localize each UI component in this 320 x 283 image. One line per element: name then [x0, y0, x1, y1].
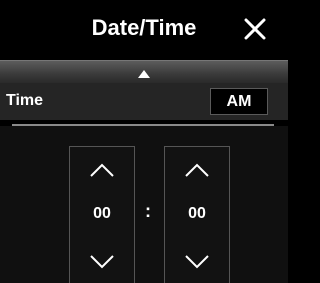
- time-row: Time AM: [0, 83, 288, 120]
- minute-spinner: 00: [164, 146, 230, 283]
- time-label: Time: [6, 92, 44, 109]
- caret-up-icon: [138, 70, 150, 78]
- time-separator: :: [145, 201, 151, 221]
- collapse-band[interactable]: [0, 60, 288, 83]
- chevron-up-icon: [185, 163, 209, 177]
- close-button[interactable]: [240, 14, 270, 44]
- header-bar: Date/Time: [0, 0, 288, 60]
- hour-spinner: 00: [69, 146, 135, 283]
- hour-down-button[interactable]: [70, 245, 134, 279]
- hour-up-button[interactable]: [70, 153, 134, 187]
- am-pm-button[interactable]: AM: [210, 88, 268, 115]
- chevron-down-icon: [90, 255, 114, 269]
- chevron-up-icon: [90, 163, 114, 177]
- hour-value: 00: [93, 205, 111, 222]
- minute-down-button[interactable]: [165, 245, 229, 279]
- chevron-down-icon: [185, 255, 209, 269]
- close-icon: [244, 18, 266, 40]
- minute-up-button[interactable]: [165, 153, 229, 187]
- minute-value: 00: [188, 205, 206, 222]
- collapse-button[interactable]: [137, 66, 151, 78]
- time-picker-area: [0, 126, 288, 283]
